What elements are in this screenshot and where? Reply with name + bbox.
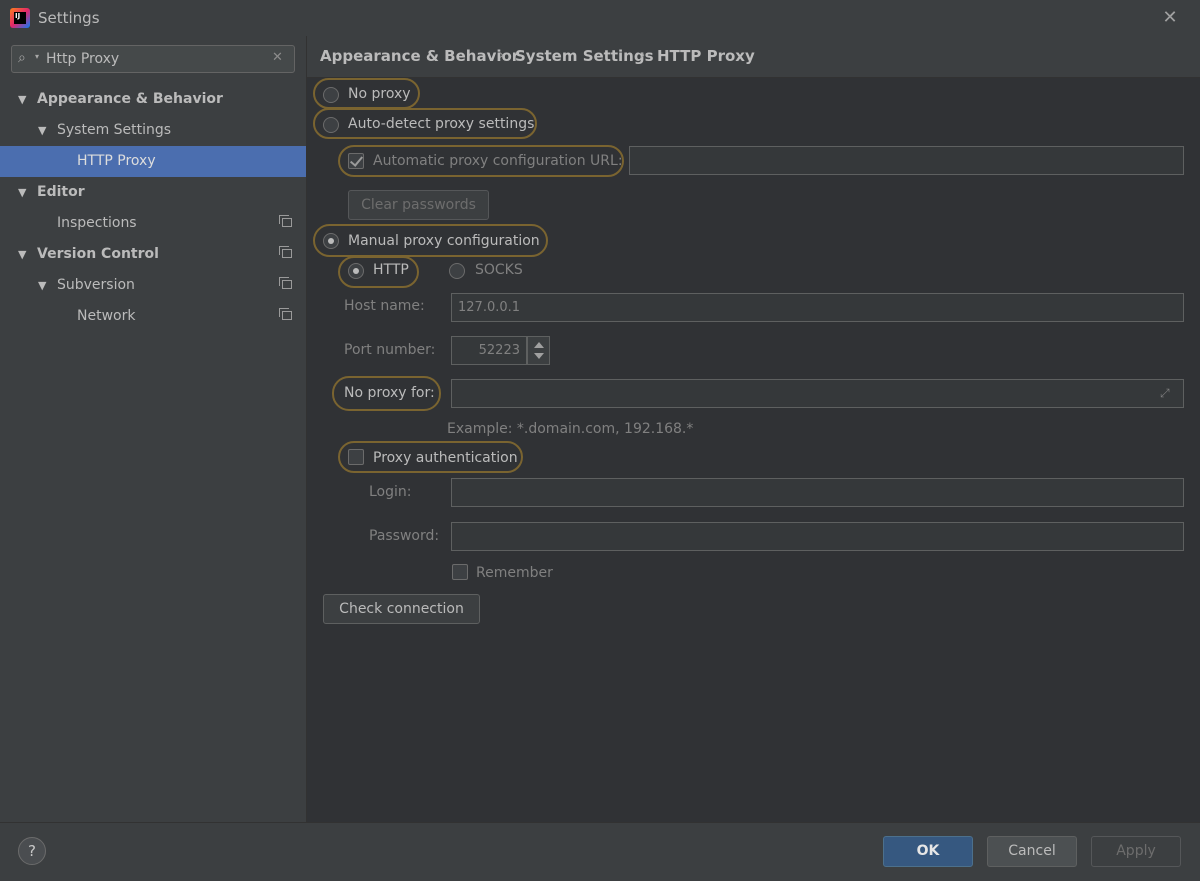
breadcrumb: Appearance & Behavior › System Settings …	[307, 36, 1200, 78]
ok-button[interactable]: OK	[883, 836, 973, 867]
password-field[interactable]	[451, 522, 1184, 551]
settings-sidebar: ⌕ ▾ ✕ ▼ Appearance & Behavior ▼ System S…	[0, 36, 307, 822]
settings-content: Appearance & Behavior › System Settings …	[307, 36, 1200, 822]
no-proxy-example: Example: *.domain.com, 192.168.*	[447, 421, 694, 437]
remember-label[interactable]: Remember	[476, 565, 553, 581]
login-field[interactable]	[451, 478, 1184, 507]
proxy-auth-checkbox[interactable]	[348, 449, 364, 465]
http-label[interactable]: HTTP	[373, 262, 409, 278]
spinner-down-icon[interactable]	[534, 353, 544, 359]
manual-proxy-radio[interactable]	[323, 233, 339, 249]
tree-item-label: System Settings	[57, 122, 172, 138]
remember-checkbox[interactable]	[452, 564, 468, 580]
breadcrumb-item: HTTP Proxy	[657, 47, 755, 65]
tree-item-label: Inspections	[57, 215, 137, 231]
check-connection-button[interactable]: Check connection	[323, 594, 480, 624]
tree-item-label: Editor	[37, 184, 85, 200]
project-level-copy-icon	[279, 277, 292, 289]
window-title: Settings	[38, 9, 100, 27]
password-label: Password:	[369, 528, 440, 544]
no-proxy-radio[interactable]	[323, 87, 339, 103]
search-box[interactable]: ⌕ ▾ ✕	[11, 45, 295, 73]
proxy-auth-label[interactable]: Proxy authentication	[373, 450, 518, 466]
no-proxy-for-label: No proxy for:	[344, 385, 435, 401]
host-name-label: Host name:	[344, 298, 425, 314]
help-button[interactable]: ?	[18, 837, 46, 865]
tree-item-network[interactable]: Network	[0, 301, 306, 332]
tree-item-inspections[interactable]: Inspections	[0, 208, 306, 239]
port-number-label: Port number:	[344, 342, 436, 358]
port-spinner[interactable]	[527, 336, 550, 365]
close-icon[interactable]: ✕	[1160, 8, 1180, 28]
no-proxy-for-field[interactable]	[451, 379, 1184, 408]
project-level-copy-icon	[279, 246, 292, 258]
tree-item-label: Network	[77, 308, 136, 324]
project-level-copy-icon	[279, 308, 292, 320]
expand-arrow-icon[interactable]: ▼	[18, 239, 26, 270]
expand-field-icon[interactable]: ⤢	[1160, 386, 1170, 401]
tree-item-system-settings[interactable]: ▼ System Settings	[0, 115, 306, 146]
auto-detect-label[interactable]: Auto-detect proxy settings	[348, 116, 534, 132]
manual-proxy-label[interactable]: Manual proxy configuration	[348, 233, 540, 249]
auto-detect-radio[interactable]	[323, 117, 339, 133]
settings-window: IJ Settings ✕ ⌕ ▾ ✕ ▼ Appearance & Behav…	[0, 0, 1200, 881]
breadcrumb-item: Appearance & Behavior	[320, 47, 520, 65]
tree-item-label: HTTP Proxy	[77, 153, 156, 169]
port-number-field[interactable]: 52223	[451, 336, 527, 365]
http-radio[interactable]	[348, 263, 364, 279]
spinner-up-icon[interactable]	[534, 342, 544, 348]
expand-arrow-icon[interactable]: ▼	[38, 115, 46, 146]
dialog-footer: ? OK Cancel Apply	[0, 822, 1200, 881]
tree-item-version-control[interactable]: ▼ Version Control	[0, 239, 306, 270]
expand-arrow-icon[interactable]: ▼	[38, 270, 46, 301]
tree-item-label: Appearance & Behavior	[37, 91, 223, 107]
breadcrumb-separator-icon: ›	[640, 48, 646, 63]
title-bar: IJ Settings ✕	[0, 0, 1200, 36]
host-name-field[interactable]: 127.0.0.1	[451, 293, 1184, 322]
auto-config-url-checkbox[interactable]	[348, 153, 364, 169]
tree-item-editor[interactable]: ▼ Editor	[0, 177, 306, 208]
search-icon: ⌕	[18, 50, 26, 66]
auto-config-url-field[interactable]	[629, 146, 1184, 175]
auto-config-url-label[interactable]: Automatic proxy configuration URL:	[373, 153, 623, 169]
clear-search-icon[interactable]: ✕	[272, 50, 283, 65]
app-icon: IJ	[10, 8, 30, 28]
expand-arrow-icon[interactable]: ▼	[18, 177, 26, 208]
tree-item-label: Subversion	[57, 277, 135, 293]
search-history-icon[interactable]: ▾	[35, 52, 39, 61]
tree-item-appearance-behavior[interactable]: ▼ Appearance & Behavior	[0, 84, 306, 115]
login-label: Login:	[369, 484, 412, 500]
no-proxy-label[interactable]: No proxy	[348, 86, 411, 102]
tree-item-label: Version Control	[37, 246, 159, 262]
breadcrumb-item: System Settings	[515, 47, 654, 65]
apply-button[interactable]: Apply	[1091, 836, 1181, 867]
clear-passwords-button[interactable]: Clear passwords	[348, 190, 489, 220]
search-input[interactable]	[46, 49, 266, 69]
socks-radio[interactable]	[449, 263, 465, 279]
expand-arrow-icon[interactable]: ▼	[18, 84, 26, 115]
breadcrumb-separator-icon: ›	[499, 48, 505, 63]
tree-item-http-proxy[interactable]: HTTP Proxy	[0, 146, 306, 177]
project-level-copy-icon	[279, 215, 292, 227]
socks-label[interactable]: SOCKS	[475, 262, 523, 278]
tree-item-subversion[interactable]: ▼ Subversion	[0, 270, 306, 301]
cancel-button[interactable]: Cancel	[987, 836, 1077, 867]
